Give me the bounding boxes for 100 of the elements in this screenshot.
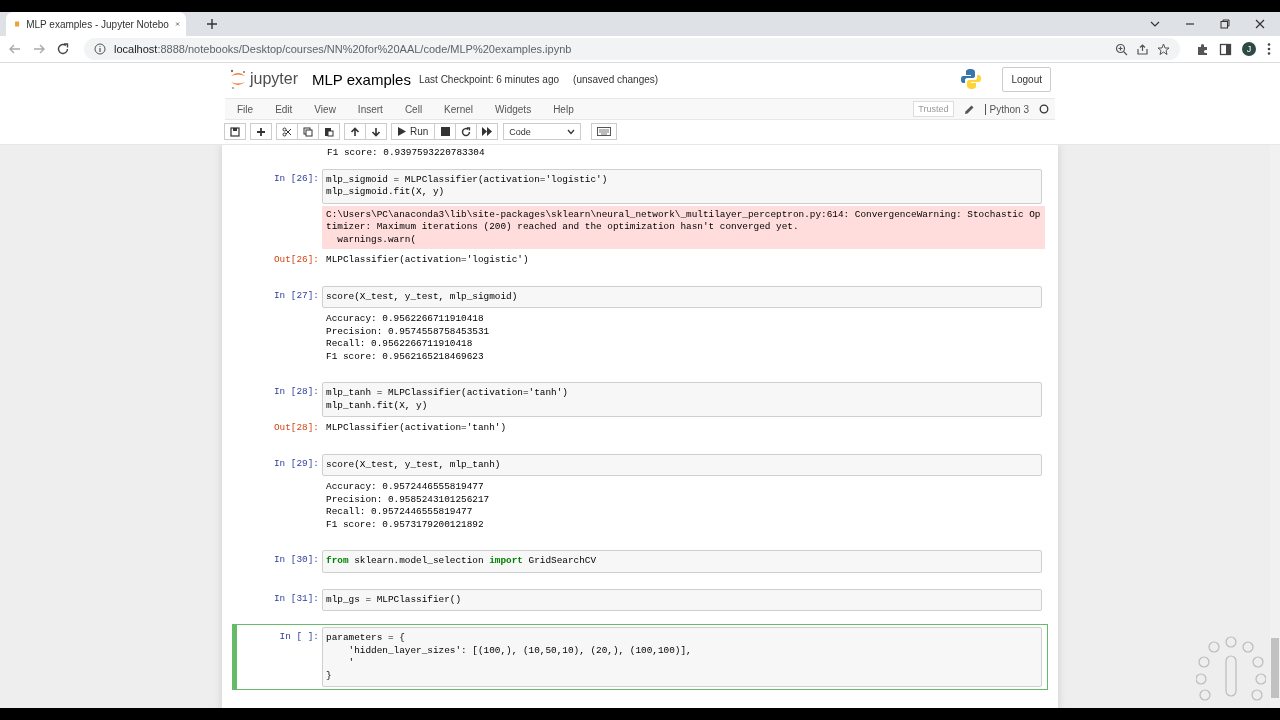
stop-button[interactable]	[434, 123, 457, 140]
paste-icon	[324, 126, 334, 137]
output-text: Precision: 0.9585243101256217	[326, 493, 491, 506]
code-line: }	[326, 669, 333, 682]
restart-icon	[461, 126, 472, 137]
cut-button[interactable]	[276, 123, 298, 140]
arrow-down-icon	[371, 126, 381, 137]
keyboard-button[interactable]	[591, 123, 618, 140]
puzzle-icon[interactable]	[1196, 42, 1209, 56]
menu-item[interactable]: View	[308, 103, 342, 115]
sidebar-icon[interactable]	[1219, 42, 1232, 56]
menu-item[interactable]: Kernel	[438, 103, 479, 115]
code-line: mlp_tanh.fit(X, y)	[326, 399, 429, 412]
reload-icon[interactable]	[56, 42, 70, 56]
selected-cell[interactable]: In [ ]: parameters = { 'hidden_layer_sizes': [(100,), (10,50,10), (20,), (100,100)], ' }	[232, 624, 1048, 690]
menu-item[interactable]: File	[231, 103, 260, 115]
profile-avatar[interactable]: J	[1242, 42, 1256, 56]
unsaved-status: (unsaved changes)	[573, 73, 659, 85]
jupyter-logo-icon	[229, 68, 247, 90]
python-logo-icon	[960, 68, 983, 90]
dots-icon	[1196, 634, 1266, 704]
input-prompt: In [27]:	[273, 288, 320, 303]
info-icon	[94, 43, 106, 55]
output-text: Precision: 0.9574558758453531	[326, 325, 491, 338]
code-line: mlp_gs = MLPClassifier()	[326, 593, 463, 606]
input-prompt: In [31]:	[273, 591, 320, 606]
fast-forward-button[interactable]	[476, 123, 499, 140]
code-input[interactable]: score(X_test, y_test, mlp_tanh)	[322, 453, 1042, 476]
output-text: Recall: 0.9572446555819477	[326, 506, 474, 519]
star-icon[interactable]	[1157, 42, 1170, 56]
paste-button[interactable]	[318, 123, 340, 140]
stop-icon	[440, 127, 450, 136]
scissors-icon	[282, 126, 292, 137]
output-text: Accuracy: 0.9562266711910418	[326, 313, 485, 326]
input-prompt: In [30]:	[273, 553, 320, 567]
zoom-icon[interactable]	[1115, 42, 1128, 56]
output-text: F1 score: 0.9562165218469623	[326, 350, 485, 363]
restore-icon[interactable]	[1219, 18, 1231, 30]
address-field[interactable]: localhost:8888/notebooks/Desktop/courses/NN%20for%20AAL/code/MLP%20examples.ipynb	[84, 38, 1180, 60]
code-input[interactable]: from sklearn.model_selection import GridSearchCV	[322, 550, 1042, 573]
code-input[interactable]: mlp_tanh = MLPClassifier(activation='tanh') mlp_tanh.fit(X, y)	[322, 382, 1042, 417]
output-text: MLPClassifier(activation='tanh')	[326, 422, 508, 435]
more-icon[interactable]	[1266, 42, 1272, 56]
menu-item[interactable]: Cell	[398, 103, 429, 115]
move-down-button[interactable]	[365, 123, 387, 140]
code-input[interactable]: mlp_sigmoid = MLPClassifier(activation='logistic') mlp_sigmoid.fit(X, y)	[322, 168, 1042, 204]
save-icon	[230, 126, 240, 137]
output-text: C:\Users\PC\anaconda3\lib\site-packages\sklearn\neural_network\_multilayer_perceptron.py:614: ConvergenceWarning: Stochastic Op	[326, 208, 1041, 221]
code-line: mlp_sigmoid.fit(X, y)	[326, 186, 446, 199]
arrow-up-icon	[350, 126, 360, 137]
play-icon	[398, 127, 406, 136]
output-text: F1 score: 0.9573179200121892	[326, 518, 485, 531]
share-icon[interactable]	[1136, 42, 1149, 56]
new-tab-icon[interactable]	[206, 18, 218, 30]
menu-item[interactable]: Edit	[269, 103, 299, 115]
code-line: score(X_test, y_test, mlp_tanh)	[326, 458, 502, 471]
output-text: Accuracy: 0.9572446555819477	[326, 481, 485, 494]
kernel-name[interactable]: Python 3	[984, 103, 1029, 115]
save-button[interactable]	[224, 123, 246, 140]
jupyter-logo-text: jupyter	[250, 70, 299, 88]
run-button[interactable]: Run	[391, 123, 436, 140]
copy-icon	[303, 126, 313, 137]
input-prompt: In [28]:	[273, 385, 320, 399]
fast-forward-icon	[482, 127, 493, 136]
plus-icon	[256, 126, 266, 137]
code-input[interactable]: parameters = { 'hidden_layer_sizes': [(100,), (10,50,10), (20,), (100,100)], ' }	[322, 627, 1042, 687]
input-prompt: In [29]:	[273, 456, 320, 471]
output-text: Recall: 0.9562266711910418	[326, 338, 474, 351]
kernel-status-icon	[1039, 104, 1049, 114]
output-text: timizer: Maximum iterations (200) reached and the optimization hasn't converged yet.	[326, 221, 800, 234]
code-input[interactable]: mlp_gs = MLPClassifier()	[322, 588, 1042, 611]
code-line: '	[347, 657, 356, 670]
notebook-icon	[14, 18, 21, 30]
menu-item[interactable]: Widgets	[489, 103, 538, 115]
code-line: 'hidden_layer_sizes': [(100,), (10,50,10), (20,), (100,100)],	[347, 644, 693, 657]
pencil-icon[interactable]	[963, 103, 975, 115]
restart-button[interactable]	[455, 123, 478, 140]
add-cell-button[interactable]	[250, 123, 272, 140]
code-line: parameters = {	[326, 632, 406, 645]
cell-type-dropdown[interactable]: Code	[503, 123, 582, 140]
code-line: score(X_test, y_test, mlp_sigmoid)	[326, 290, 519, 303]
close-icon[interactable]	[1254, 18, 1266, 30]
code-line: mlp_tanh = MLPClassifier(activation='tanh')	[326, 387, 569, 400]
input-prompt: In [26]:	[273, 171, 320, 186]
checkpoint-status: Last Checkpoint: 6 minutes ago	[418, 73, 560, 85]
code-input[interactable]: score(X_test, y_test, mlp_sigmoid)	[322, 285, 1042, 308]
output-text: warnings.warn(	[336, 233, 417, 246]
notebook-name[interactable]: MLP examples	[312, 70, 411, 88]
menu-item[interactable]: Insert	[351, 103, 389, 115]
move-up-button[interactable]	[344, 123, 366, 140]
browser-tab[interactable]: MLP examples - Jupyter Notebo	[6, 12, 186, 36]
tab-title: MLP examples - Jupyter Notebo	[26, 18, 169, 30]
caret-icon	[567, 128, 576, 135]
output-text: MLPClassifier(activation='logistic')	[326, 254, 530, 267]
output-text: F1 score: 0.9397593220783304	[327, 147, 486, 160]
menu-item[interactable]: Help	[547, 103, 580, 115]
logout-button[interactable]: Logout	[1002, 66, 1051, 92]
output-prompt: Out[28]:	[273, 421, 320, 435]
input-prompt: In [ ]:	[278, 630, 320, 644]
copy-button[interactable]	[297, 123, 319, 140]
